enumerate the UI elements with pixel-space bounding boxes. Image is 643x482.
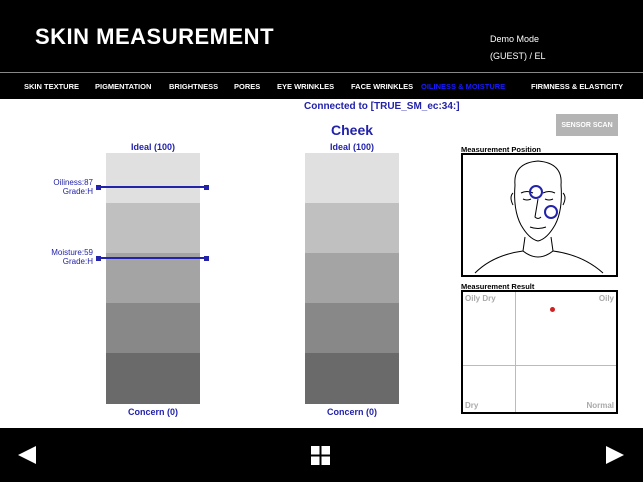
result-horizontal-axis [463,365,616,366]
oiliness-value: Oiliness:87 [53,178,93,187]
result-point [550,307,555,312]
user-label: (GUEST) / EL [490,51,546,61]
face-illustration [474,160,604,274]
tab-bar: SKIN TEXTURE PIGMENTATION BRIGHTNESS POR… [0,72,643,99]
quadrant-dry: Dry [465,401,479,410]
tab-face-wrinkles[interactable]: FACE WRINKLES [351,82,413,91]
connection-status: Connected to [TRUE_SM_ec:34:] [304,101,460,112]
left-bar-concern-label: Concern (0) [127,407,178,417]
moisture-value: Moisture:59 [51,248,93,257]
moisture-marker-line [98,257,207,259]
gauge-segment [305,353,399,404]
tab-pores[interactable]: PORES [234,82,260,91]
mode-label: Demo Mode [490,34,540,44]
back-arrow-icon[interactable] [18,446,36,464]
gauge-segment [305,203,399,253]
app-title: SKIN MEASUREMENT [35,24,275,49]
sensor-scan-button[interactable]: SENSOR SCAN [556,114,618,136]
tab-firmness-elasticity[interactable]: FIRMNESS & ELASTICITY [531,82,623,91]
left-gauge-bar [106,153,200,404]
gauge-segment [106,353,200,404]
gauge-segment [106,303,200,353]
tab-eye-wrinkles[interactable]: EYE WRINKLES [277,82,334,91]
right-bar-concern-label: Concern (0) [326,407,377,417]
tab-skin-texture[interactable]: SKIN TEXTURE [24,82,79,91]
moisture-marker-dot [96,256,101,261]
gauge-segment [305,153,399,203]
quadrant-normal: Normal [586,401,614,410]
footer-bar [0,428,643,482]
oiliness-marker-line [98,186,207,188]
gauge-segment [305,253,399,303]
oiliness-marker-label: Oiliness:87 Grade:H [53,178,93,196]
menu-grid-icon[interactable] [311,446,330,465]
moisture-marker-label: Moisture:59 Grade:H [51,248,93,266]
forward-arrow-icon[interactable] [606,446,624,464]
right-bar-ideal-label: Ideal (100) [329,142,375,152]
moisture-marker-dot [204,256,209,261]
gauge-segment [305,303,399,353]
tab-pigmentation[interactable]: PIGMENTATION [95,82,151,91]
oiliness-marker-dot [204,185,209,190]
moisture-grade: Grade:H [62,257,93,266]
right-gauge-bar [305,153,399,404]
gauge-segment [106,153,200,203]
measurement-position-panel [461,153,618,277]
app-header: SKIN MEASUREMENT Demo Mode (GUEST) / EL [0,0,643,72]
oiliness-marker-dot [96,185,101,190]
tab-oiliness-moisture[interactable]: OILINESS & MOISTURE [421,82,505,91]
result-vertical-axis [515,292,516,412]
cheek-position-marker [544,205,558,219]
quadrant-oily-dry: Oily Dry [465,294,496,303]
tab-brightness[interactable]: BRIGHTNESS [169,82,218,91]
measurement-result-panel: Oily Dry Oily Dry Normal [461,290,618,414]
measurement-region: Cheek [331,122,374,138]
gauge-segment [106,253,200,303]
quadrant-oily: Oily [598,294,614,303]
gauge-segment [106,203,200,253]
oiliness-grade: Grade:H [62,187,93,196]
left-bar-ideal-label: Ideal (100) [130,142,176,152]
